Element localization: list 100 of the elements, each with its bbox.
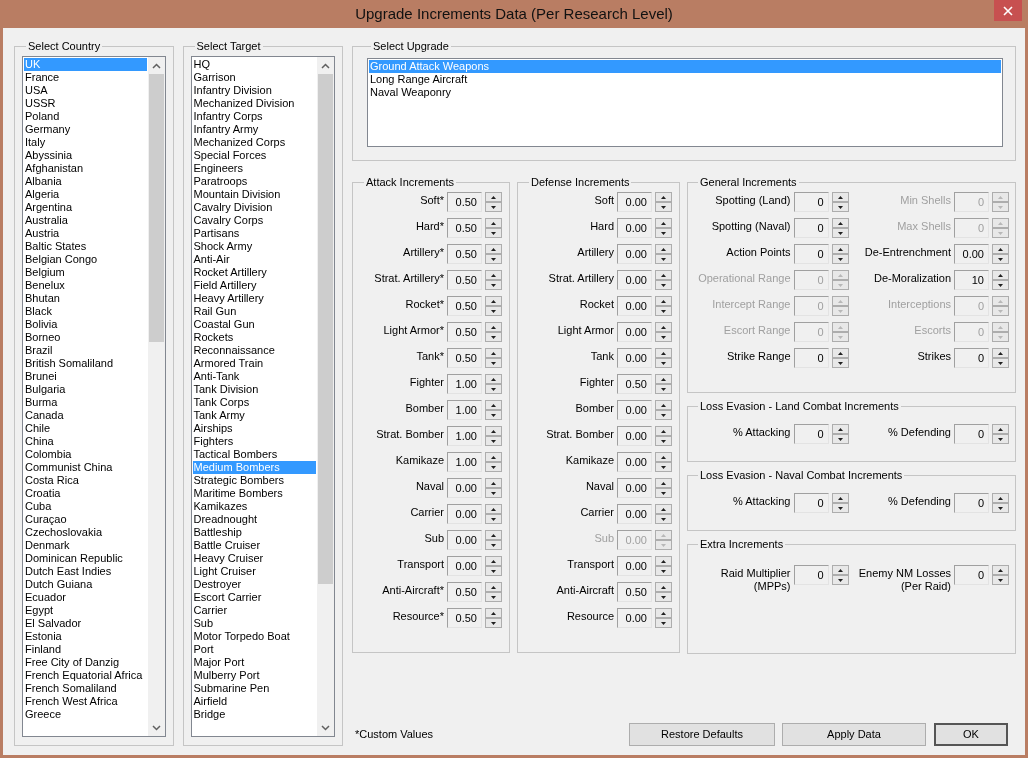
- number-field[interactable]: 0: [793, 493, 829, 513]
- list-item[interactable]: Colombia: [24, 448, 147, 461]
- spin-down-button[interactable]: [992, 280, 1009, 290]
- scroll-down-icon[interactable]: [321, 724, 330, 731]
- spin-up-button[interactable]: [655, 270, 672, 280]
- spin-up-button[interactable]: [485, 556, 502, 566]
- list-item[interactable]: Dominican Republic: [24, 552, 147, 565]
- list-item[interactable]: Maritime Bombers: [192, 487, 316, 500]
- list-item[interactable]: Strategic Bombers: [192, 474, 316, 487]
- number-field[interactable]: 0.00: [617, 218, 652, 238]
- list-item[interactable]: Dreadnought: [192, 513, 316, 526]
- list-item[interactable]: Garrison: [192, 71, 316, 84]
- number-field[interactable]: 0: [793, 565, 829, 585]
- list-item[interactable]: Infantry Division: [192, 84, 316, 97]
- number-field[interactable]: 0.00: [447, 530, 482, 550]
- spin-up-button[interactable]: [655, 608, 672, 618]
- list-item[interactable]: USA: [24, 84, 147, 97]
- list-item[interactable]: Chile: [24, 422, 147, 435]
- list-box[interactable]: Ground Attack Weapons Long Range Aircraft Naval Weaponry: [367, 58, 1003, 147]
- number-field[interactable]: 0.00: [617, 556, 652, 576]
- number-field[interactable]: 0.50: [447, 296, 482, 316]
- spin-up-button[interactable]: [655, 322, 672, 332]
- list-item[interactable]: Borneo: [24, 331, 147, 344]
- list-item[interactable]: Ecuador: [24, 591, 147, 604]
- list-item[interactable]: Benelux: [24, 279, 147, 292]
- scroll-up-icon[interactable]: [151, 62, 161, 69]
- list-item[interactable]: Anti-Tank: [192, 370, 316, 383]
- spin-up-button[interactable]: [485, 192, 502, 202]
- spin-up-button[interactable]: [831, 348, 849, 358]
- spin-down-button[interactable]: [485, 384, 502, 394]
- spin-down-button[interactable]: [485, 202, 502, 212]
- list-item[interactable]: Kamikazes: [192, 500, 316, 513]
- spin-down-button[interactable]: [655, 202, 672, 212]
- spin-up-button[interactable]: [655, 244, 672, 254]
- spin-up-button[interactable]: [992, 244, 1009, 254]
- list-item[interactable]: Motor Torpedo Boat: [192, 630, 316, 643]
- scrollbar-thumb[interactable]: [318, 74, 333, 584]
- scrollbar[interactable]: [317, 57, 334, 736]
- list-item[interactable]: Field Artillery: [192, 279, 316, 292]
- list-item[interactable]: French Equatorial Africa: [24, 669, 147, 682]
- list-item[interactable]: Dutch Guiana: [24, 578, 147, 591]
- spin-down-button[interactable]: [655, 384, 672, 394]
- spin-up-button[interactable]: [655, 374, 672, 384]
- list-item[interactable]: Heavy Cruiser: [192, 552, 316, 565]
- spin-down-button[interactable]: [831, 358, 849, 368]
- list-item[interactable]: Bhutan: [24, 292, 147, 305]
- dialog-button[interactable]: OK: [934, 723, 1008, 746]
- number-field[interactable]: 0: [793, 244, 829, 264]
- spin-down-button[interactable]: [655, 280, 672, 290]
- number-field[interactable]: 0.00: [954, 244, 989, 264]
- spin-down-button[interactable]: [485, 306, 502, 316]
- number-field[interactable]: 1.00: [447, 374, 482, 394]
- number-field[interactable]: 0.50: [447, 348, 482, 368]
- list-item[interactable]: Special Forces: [192, 149, 316, 162]
- list-item[interactable]: Sub: [192, 617, 316, 630]
- number-field[interactable]: 0: [793, 192, 829, 212]
- spin-up-button[interactable]: [485, 296, 502, 306]
- list-item[interactable]: Tactical Bombers: [192, 448, 316, 461]
- spin-down-button[interactable]: [485, 592, 502, 602]
- list-item[interactable]: HQ: [192, 58, 316, 71]
- spin-down-button[interactable]: [992, 358, 1009, 368]
- list-item[interactable]: Costa Rica: [24, 474, 147, 487]
- list-item[interactable]: French Somaliland: [24, 682, 147, 695]
- spin-down-button[interactable]: [831, 575, 849, 585]
- list-item[interactable]: Australia: [24, 214, 147, 227]
- number-field[interactable]: 1.00: [447, 426, 482, 446]
- spin-up-button[interactable]: [485, 478, 502, 488]
- spin-down-button[interactable]: [485, 618, 502, 628]
- list-item[interactable]: Croatia: [24, 487, 147, 500]
- list-item[interactable]: Tank Army: [192, 409, 316, 422]
- list-item[interactable]: British Somaliland: [24, 357, 147, 370]
- spin-up-button[interactable]: [992, 565, 1009, 575]
- list-item[interactable]: Rail Gun: [192, 305, 316, 318]
- dialog-button[interactable]: Restore Defaults: [629, 723, 775, 746]
- list-item[interactable]: Destroyer: [192, 578, 316, 591]
- spin-up-button[interactable]: [831, 192, 849, 202]
- scroll-up-icon[interactable]: [321, 62, 330, 69]
- list-item[interactable]: Egypt: [24, 604, 147, 617]
- list-item[interactable]: Infantry Army: [192, 123, 316, 136]
- spin-up-button[interactable]: [485, 530, 502, 540]
- number-field[interactable]: 0.00: [617, 452, 652, 472]
- spin-up-button[interactable]: [485, 608, 502, 618]
- list-item[interactable]: Mountain Division: [192, 188, 316, 201]
- list-item[interactable]: Paratroops: [192, 175, 316, 188]
- number-field[interactable]: 0.00: [617, 244, 652, 264]
- list-item[interactable]: Greece: [24, 708, 147, 721]
- spin-up-button[interactable]: [655, 426, 672, 436]
- spin-up-button[interactable]: [831, 565, 849, 575]
- list-item[interactable]: Naval Weaponry: [369, 86, 1001, 99]
- spin-down-button[interactable]: [992, 434, 1009, 444]
- spin-down-button[interactable]: [655, 410, 672, 420]
- list-item[interactable]: Burma: [24, 396, 147, 409]
- number-field[interactable]: 0: [954, 348, 989, 368]
- list-item[interactable]: Cavalry Division: [192, 201, 316, 214]
- list-item[interactable]: Mulberry Port: [192, 669, 316, 682]
- list-item[interactable]: Submarine Pen: [192, 682, 316, 695]
- spin-down-button[interactable]: [831, 434, 849, 444]
- number-field[interactable]: 0.50: [617, 374, 652, 394]
- spin-down-button[interactable]: [485, 228, 502, 238]
- spin-up-button[interactable]: [485, 426, 502, 436]
